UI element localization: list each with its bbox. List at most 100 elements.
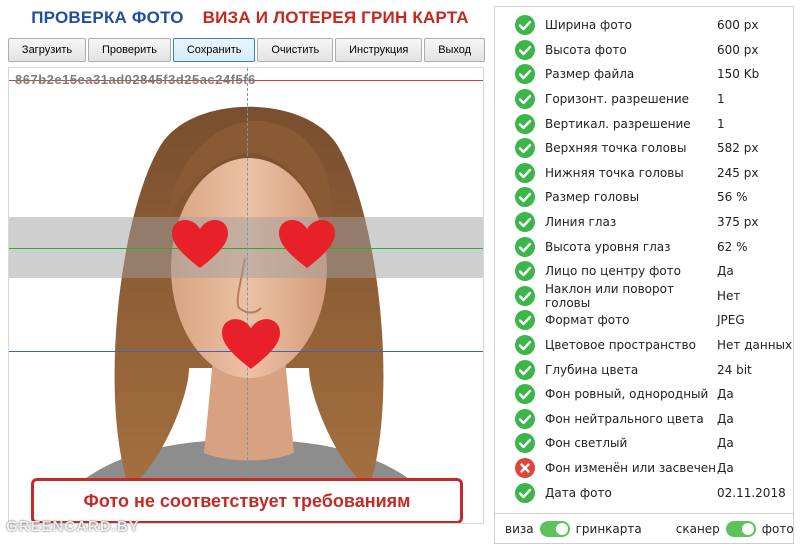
check-icon [515, 384, 535, 405]
check-row: Нижняя точка головы 245 px [495, 161, 793, 186]
check-row: Цветовое пространство Нет данных [495, 333, 793, 358]
cross-icon [515, 457, 535, 478]
check-row: Размер файла 150 Kb [495, 62, 793, 87]
check-label: Фон светлый [545, 436, 628, 451]
check-label: Фон ровный, однородный [545, 387, 709, 402]
check-icon [515, 39, 535, 60]
check-icon [515, 64, 535, 85]
check-row: Высота уровня глаз 62 % [495, 234, 793, 259]
check-row: Наклон или поворот головы Нет [495, 281, 793, 310]
center-line [247, 68, 248, 523]
visa-greencard-switch[interactable] [539, 521, 570, 537]
check-icon [515, 138, 535, 159]
check-label: Вертикал. разрешение [545, 116, 691, 131]
check-label: Размер головы [545, 190, 640, 205]
photo-hash: 867b2e15ea31ad02845f3d25ac24f5f6 [15, 72, 256, 87]
check-button[interactable]: Проверить [88, 38, 171, 62]
check-results-list: Ширина фото 600 px Высота фото 600 px Размер… [495, 13, 793, 505]
check-row: Горизонт. разрешение 1 [495, 87, 793, 112]
app-title: ПРОВЕРКА ФОТО ВИЗА И ЛОТЕРЕЯ ГРИН КАРТА [10, 8, 490, 28]
check-row: Глубина цвета 24 bit [495, 357, 793, 382]
check-icon [515, 212, 535, 233]
check-row: Вертикал. разрешение 1 [495, 111, 793, 136]
check-label: Фон изменён или засвечен [545, 460, 717, 475]
check-value: Нет [717, 288, 741, 303]
check-value: 02.11.2018 [717, 485, 786, 500]
check-value: 245 px [717, 165, 759, 180]
title-visa-lottery: ВИЗА И ЛОТЕРЕЯ ГРИН КАРТА [202, 8, 469, 27]
check-row: Линия глаз 375 px [495, 210, 793, 235]
check-icon [515, 408, 535, 429]
visa-greencard-toggle[interactable]: виза гринкарта [505, 521, 642, 537]
check-row: Фон нейтрального цвета Да [495, 407, 793, 432]
check-value: 1 [717, 92, 725, 107]
check-row: Высота фото 600 px [495, 38, 793, 63]
check-label: Лицо по центру фото [545, 264, 682, 279]
check-value: 582 px [717, 141, 759, 156]
verdict-text: Фото не соответствует требованиям [83, 490, 411, 511]
scanner-photo-switch[interactable] [725, 521, 756, 537]
load-button[interactable]: Загрузить [8, 38, 87, 62]
check-row: Фон изменён или засвечен Да [495, 456, 793, 481]
check-value: Да [717, 387, 734, 402]
heart-mouth-icon [222, 319, 280, 369]
check-row: Лицо по центру фото Да [495, 259, 793, 284]
mode-toggles: виза гринкарта сканер фото [495, 514, 794, 544]
check-label: Формат фото [545, 313, 630, 328]
check-icon [515, 310, 535, 331]
check-label: Нижняя точка головы [545, 165, 684, 180]
toolbar: Загрузить Проверить Сохранить Очистить И… [8, 38, 486, 62]
check-row: Формат фото JPEG [495, 308, 793, 333]
check-icon [515, 335, 535, 356]
check-label: Размер файла [545, 67, 635, 82]
save-button[interactable]: Сохранить [172, 38, 256, 62]
check-value: 600 px [717, 42, 759, 57]
check-row: Верхняя точка головы 582 px [495, 136, 793, 161]
check-label: Верхняя точка головы [545, 141, 687, 156]
check-label: Высота уровня глаз [545, 239, 671, 254]
check-icon [515, 113, 535, 134]
check-icon [515, 359, 535, 380]
check-value: Да [717, 436, 734, 451]
check-row: Дата фото 02.11.2018 [495, 480, 793, 505]
instruction-button[interactable]: Инструкция [335, 38, 423, 62]
check-value: 150 Kb [717, 67, 760, 82]
toggle-label-photo: фото [761, 522, 794, 536]
check-icon [515, 285, 535, 306]
check-value: 24 bit [717, 362, 752, 377]
check-icon [515, 15, 535, 36]
heart-left-eye-icon [172, 220, 228, 268]
check-results-panel: Ширина фото 600 px Высота фото 600 px Размер… [494, 6, 794, 544]
check-label: Горизонт. разрешение [545, 92, 690, 107]
toggle-label-greencard: гринкарта [575, 522, 642, 536]
switch-knob [555, 523, 568, 535]
check-label: Фон нейтрального цвета [545, 411, 704, 426]
check-value: Да [717, 411, 734, 426]
check-value: 1 [717, 116, 725, 131]
check-label: Глубина цвета [545, 362, 639, 377]
check-value: Да [717, 264, 734, 279]
toggle-label-scanner: сканер [675, 522, 720, 536]
photo-preview: 867b2e15ea31ad02845f3d25ac24f5f6 Фото не… [8, 67, 484, 524]
switch-knob [741, 523, 754, 535]
check-label: Наклон или поворот головы [545, 281, 674, 310]
check-row: Фон светлый Да [495, 431, 793, 456]
check-icon [515, 261, 535, 282]
check-value: 375 px [717, 215, 759, 230]
scanner-photo-toggle[interactable]: сканер фото [676, 521, 794, 537]
check-icon [515, 482, 535, 503]
check-value: JPEG [717, 313, 745, 328]
check-row: Фон ровный, однородный Да [495, 382, 793, 407]
check-row: Размер головы 56 % [495, 185, 793, 210]
clear-button[interactable]: Очистить [257, 38, 334, 62]
check-value: 600 px [717, 18, 759, 33]
check-icon [515, 187, 535, 208]
title-check-photo: ПРОВЕРКА ФОТО [31, 8, 184, 27]
check-icon [515, 236, 535, 257]
check-label: Линия глаз [545, 215, 617, 230]
check-value: 56 % [717, 190, 748, 205]
check-label: Высота фото [545, 42, 627, 57]
check-value: Нет данных [717, 338, 793, 353]
check-icon [515, 89, 535, 110]
exit-button[interactable]: Выход [424, 38, 486, 62]
